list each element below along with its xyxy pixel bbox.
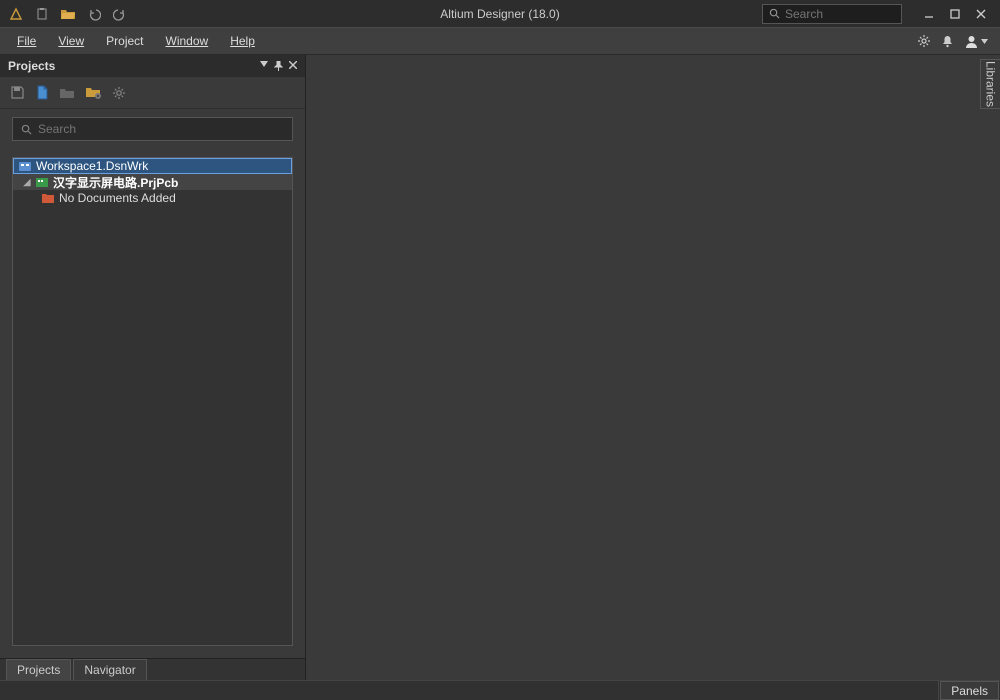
close-button[interactable] bbox=[968, 1, 994, 27]
menu-help-label: Help bbox=[230, 34, 255, 48]
panel-toolbar bbox=[0, 77, 305, 109]
panel-header: Projects bbox=[0, 55, 305, 77]
panel-bottom-tabs: Projects Navigator bbox=[0, 658, 305, 680]
panels-button-label: Panels bbox=[951, 684, 988, 698]
projects-panel: Projects Workspace1.DsnWrk ◢ bbox=[0, 55, 306, 680]
gear-icon[interactable] bbox=[112, 86, 126, 100]
tree-empty-label: No Documents Added bbox=[59, 191, 176, 205]
pin-icon[interactable] bbox=[274, 61, 283, 71]
menu-view[interactable]: View bbox=[49, 30, 93, 52]
tree-workspace-label: Workspace1.DsnWrk bbox=[36, 159, 148, 173]
workspace-icon bbox=[18, 159, 32, 173]
search-icon bbox=[21, 124, 32, 135]
open-folder-icon[interactable] bbox=[58, 4, 78, 24]
libraries-tab[interactable]: Libraries bbox=[980, 59, 1000, 109]
tab-projects[interactable]: Projects bbox=[6, 659, 71, 680]
menu-file-label: File bbox=[17, 34, 36, 48]
status-region bbox=[0, 681, 939, 700]
title-bar: Altium Designer (18.0) bbox=[0, 0, 1000, 27]
document-icon[interactable] bbox=[35, 85, 49, 100]
search-icon bbox=[769, 8, 780, 19]
caret-icon[interactable]: ◢ bbox=[23, 177, 31, 188]
menu-window-label: Window bbox=[166, 34, 209, 48]
menu-view-label: View bbox=[58, 34, 84, 48]
menu-project-label: Project bbox=[106, 34, 143, 48]
undo-icon[interactable] bbox=[84, 4, 104, 24]
folder-gear-icon[interactable] bbox=[85, 85, 102, 100]
panel-menu-icon[interactable] bbox=[260, 61, 268, 71]
global-search[interactable] bbox=[762, 4, 902, 24]
panel-search[interactable] bbox=[12, 117, 293, 141]
menu-file[interactable]: File bbox=[8, 30, 45, 52]
settings-icon[interactable] bbox=[917, 34, 931, 48]
tree-project-row[interactable]: ◢ 汉字显示屏电路.PrjPcb bbox=[13, 174, 292, 190]
tree-workspace-row[interactable]: Workspace1.DsnWrk bbox=[13, 158, 292, 174]
tree-empty-row: No Documents Added bbox=[13, 190, 292, 206]
menu-window[interactable]: Window bbox=[157, 30, 218, 52]
panel-search-input[interactable] bbox=[38, 122, 284, 136]
tab-navigator[interactable]: Navigator bbox=[73, 659, 146, 680]
panels-button[interactable]: Panels bbox=[940, 681, 999, 700]
notification-icon[interactable] bbox=[941, 35, 954, 48]
close-panel-icon[interactable] bbox=[289, 61, 297, 71]
menu-help[interactable]: Help bbox=[221, 30, 264, 52]
project-tree[interactable]: Workspace1.DsnWrk ◢ 汉字显示屏电路.PrjPcb No Do… bbox=[12, 157, 293, 646]
minimize-button[interactable] bbox=[916, 1, 942, 27]
chevron-down-icon bbox=[981, 39, 988, 44]
tab-navigator-label: Navigator bbox=[84, 663, 135, 677]
libraries-tab-label: Libraries bbox=[984, 61, 998, 107]
tab-projects-label: Projects bbox=[17, 663, 60, 677]
save-icon[interactable] bbox=[10, 85, 25, 100]
pcb-project-icon bbox=[35, 175, 49, 189]
app-icon bbox=[6, 4, 26, 24]
maximize-button[interactable] bbox=[942, 1, 968, 27]
user-icon[interactable] bbox=[964, 34, 988, 49]
clipboard-icon[interactable] bbox=[32, 4, 52, 24]
menu-bar: File View Project Window Help bbox=[0, 27, 1000, 55]
panel-title: Projects bbox=[8, 59, 55, 73]
folder-gray-icon[interactable] bbox=[59, 86, 75, 100]
redo-icon[interactable] bbox=[110, 4, 130, 24]
editor-area: Libraries bbox=[306, 55, 1000, 680]
app-title: Altium Designer (18.0) bbox=[440, 7, 559, 21]
status-bar: Panels bbox=[0, 680, 1000, 700]
menu-project[interactable]: Project bbox=[97, 30, 152, 52]
global-search-input[interactable] bbox=[785, 7, 895, 21]
folder-icon bbox=[41, 191, 55, 205]
tree-project-label: 汉字显示屏电路.PrjPcb bbox=[53, 174, 178, 191]
